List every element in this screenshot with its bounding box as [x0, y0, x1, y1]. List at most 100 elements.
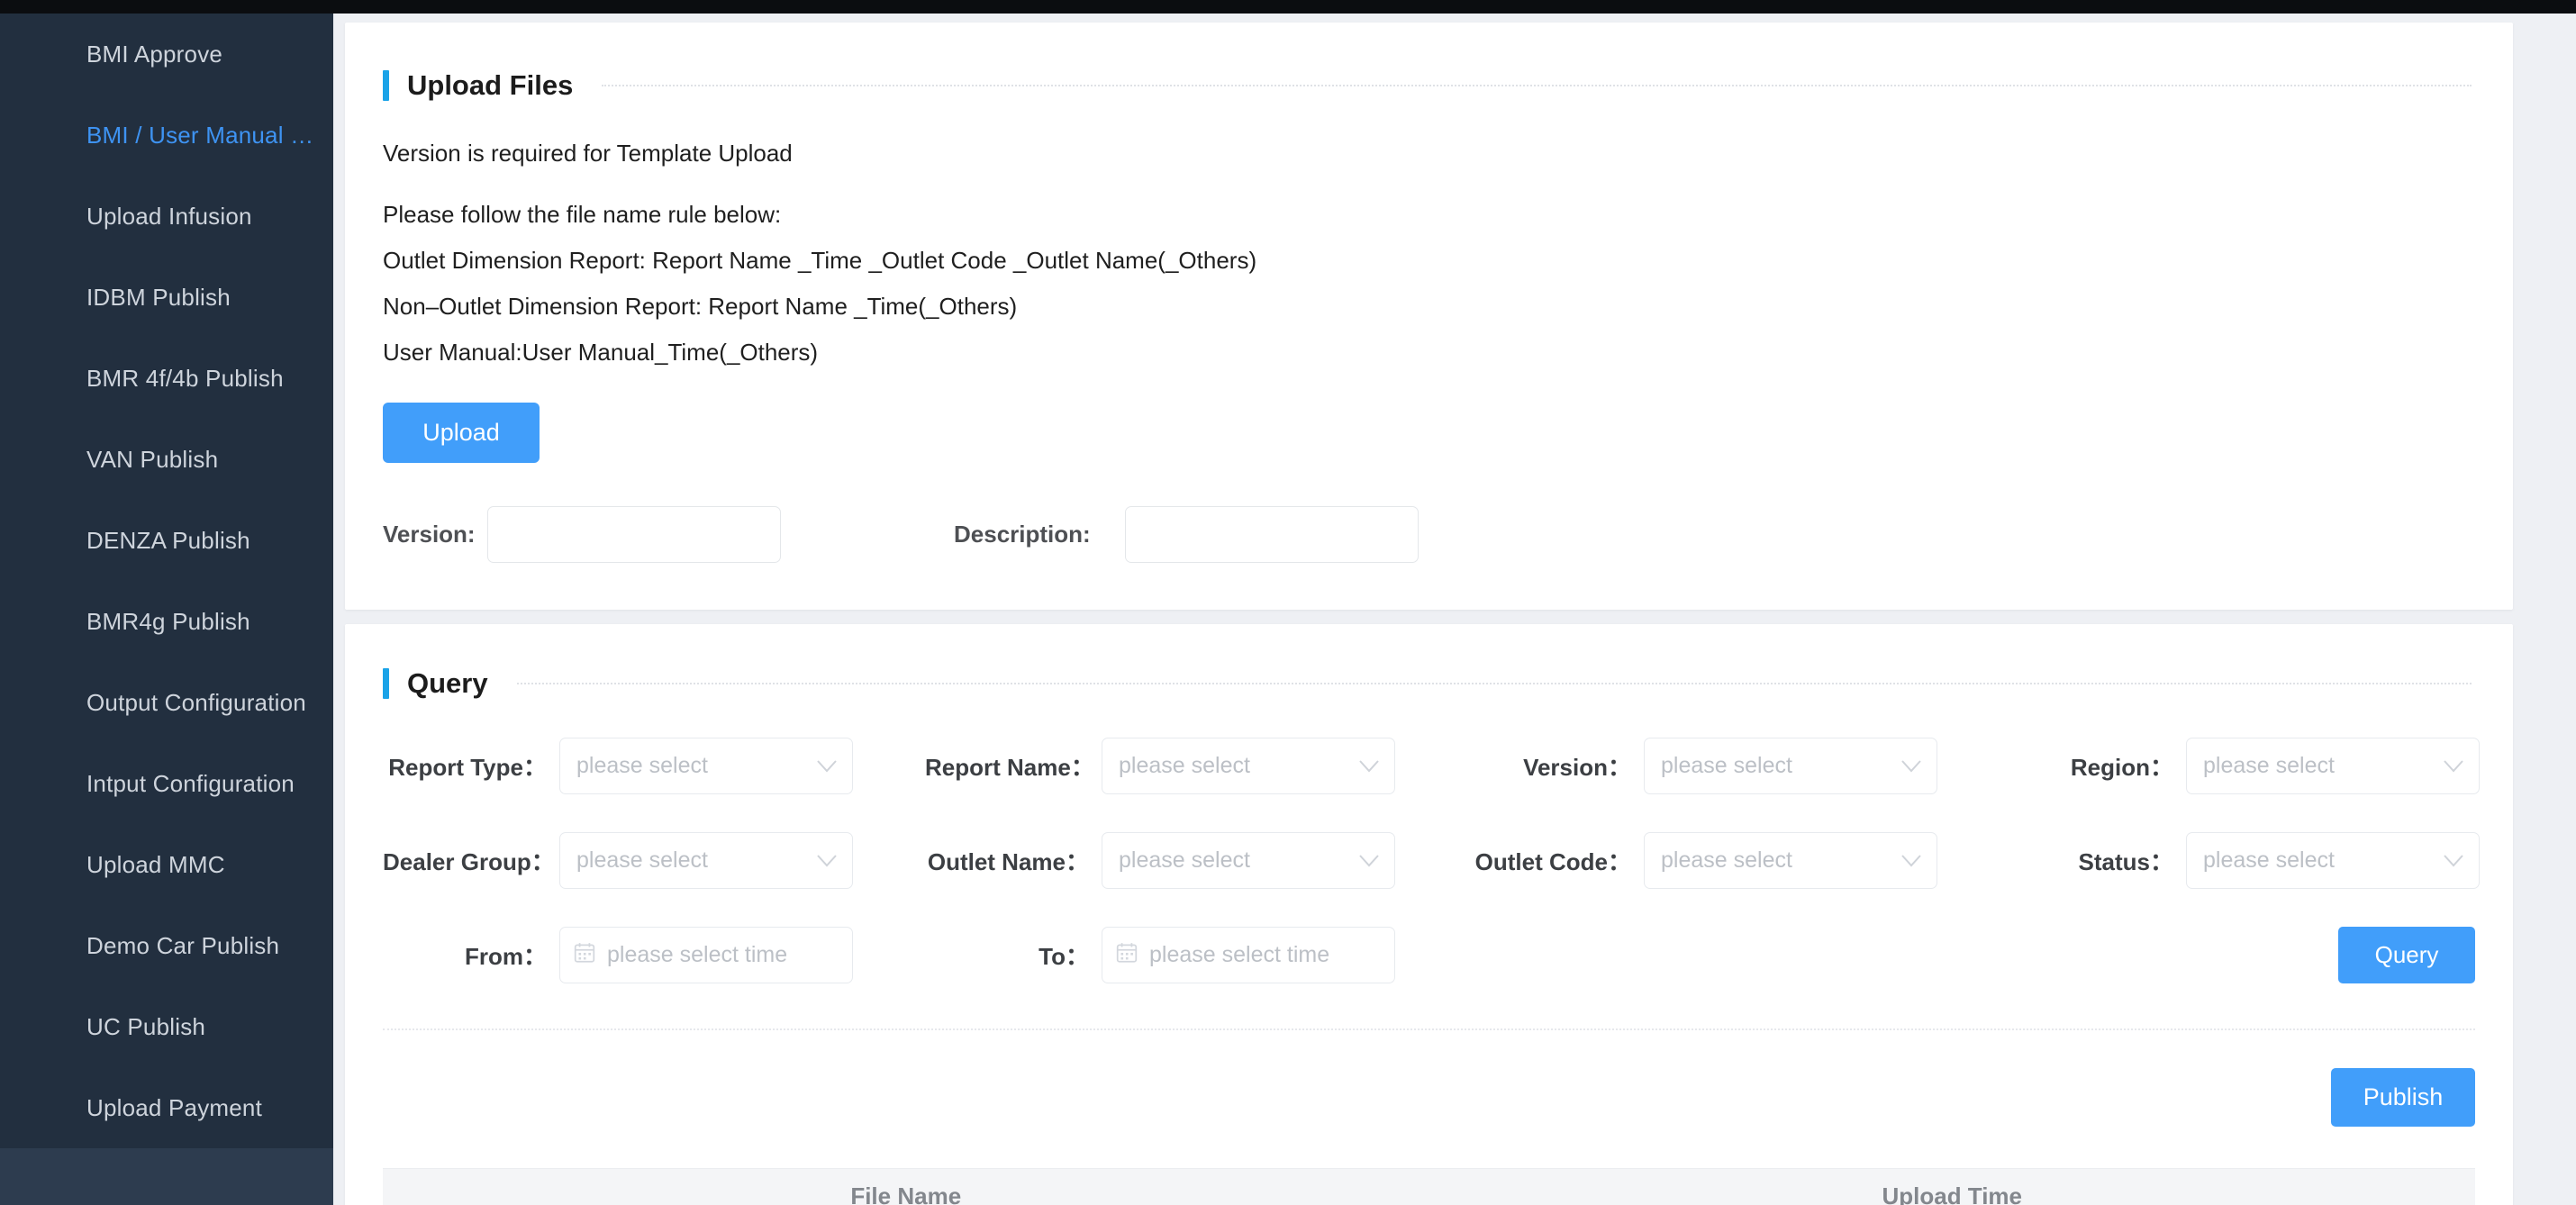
file-name-rule-non-outlet: Non–Outlet Dimension Report: Report Name…	[383, 293, 1018, 320]
header-dotted-divider	[602, 85, 2472, 86]
filter-outlet-name: Outlet Name： please select	[925, 832, 1467, 889]
sidebar-item-upload-mmc[interactable]: Upload MMC	[0, 824, 333, 905]
sidebar-item-idbm-publish[interactable]: IDBM Publish	[0, 257, 333, 338]
upload-section-title: Upload Files	[407, 69, 574, 101]
report-type-label: Report Type：	[388, 754, 547, 781]
sidebar-item-label: BMR4g Publish	[86, 607, 250, 635]
column-header-upload-time: Upload Time	[1882, 1182, 2023, 1205]
chevron-down-icon	[2444, 759, 2463, 773]
sidebar-item-intput-configuration[interactable]: Intput Configuration	[0, 743, 333, 824]
filter-version: Version： please select	[1467, 738, 2009, 794]
report-type-select[interactable]: please select	[559, 738, 853, 794]
status-select[interactable]: please select	[2186, 832, 2480, 889]
dealer-group-value: please select	[576, 847, 708, 873]
filter-dealer-group: Dealer Group： please select	[383, 832, 925, 889]
sidebar-item-uc-publish[interactable]: UC Publish	[0, 986, 333, 1067]
sidebar-item-label: Demo Car Publish	[86, 931, 280, 959]
upload-card-body: Version is required for Template Upload …	[345, 140, 2513, 563]
filter-to-date: To： please select time	[925, 927, 1467, 983]
chevron-down-icon	[817, 854, 837, 867]
chevron-down-icon	[1359, 759, 1379, 773]
from-date-value: please select time	[607, 942, 788, 967]
publish-action-bar: Publish	[345, 1030, 2513, 1127]
sidebar-item-label: Upload Infusion	[86, 202, 252, 230]
sidebar-item-label: VAN Publish	[86, 445, 219, 473]
sidebar-item-label: BMI Approve	[86, 40, 223, 68]
description-label: Description:	[954, 521, 1091, 548]
outlet-name-select[interactable]: please select	[1102, 832, 1395, 889]
report-name-value: please select	[1119, 753, 1250, 778]
sidebar-item-label: Output Configuration	[86, 688, 306, 716]
status-value: please select	[2203, 847, 2335, 873]
sidebar-item-bmr4g-publish[interactable]: BMR4g Publish	[0, 581, 333, 662]
report-type-value: please select	[576, 753, 708, 778]
upload-files-card: Upload Files Version is required for Tem…	[345, 23, 2513, 610]
sidebar-item-bmr-4f-4b-publish[interactable]: BMR 4f/4b Publish	[0, 338, 333, 419]
description-input[interactable]	[1125, 506, 1419, 563]
sidebar-navigation: BMI Approve BMI / User Manual … Upload I…	[0, 14, 333, 1205]
outlet-code-select[interactable]: please select	[1644, 832, 1937, 889]
file-name-rule-heading: Please follow the file name rule below:	[383, 201, 782, 228]
app-root: BMI Approve BMI / User Manual … Upload I…	[0, 0, 2576, 1205]
sidebar-item-bmi-user-manual[interactable]: BMI / User Manual …	[0, 95, 333, 176]
chevron-down-icon	[1901, 759, 1921, 773]
query-button[interactable]: Query	[2338, 927, 2475, 983]
outlet-name-value: please select	[1119, 847, 1250, 873]
query-filter-row-2: Dealer Group： please select Outlet Name：…	[383, 832, 2480, 889]
to-date-picker[interactable]: please select time	[1102, 927, 1395, 983]
query-card: Query Report Type： please select Report …	[345, 624, 2513, 1205]
outlet-name-label: Outlet Name：	[927, 848, 1089, 875]
sidebar-item-demo-car-publish[interactable]: Demo Car Publish	[0, 905, 333, 986]
version-select[interactable]: please select	[1644, 738, 1937, 794]
sidebar-item-upload-payment[interactable]: Upload Payment	[0, 1067, 333, 1148]
section-accent-bar	[383, 668, 389, 699]
query-section-title: Query	[407, 667, 488, 699]
sidebar-item-upload-infusion[interactable]: Upload Infusion	[0, 176, 333, 257]
section-accent-bar	[383, 70, 389, 101]
sidebar-item-label: Upload Payment	[86, 1093, 263, 1121]
version-required-hint: Version is required for Template Upload	[383, 140, 793, 167]
filter-status: Status： please select	[2009, 832, 2552, 889]
sidebar-item-label: IDBM Publish	[86, 283, 231, 311]
region-select[interactable]: please select	[2186, 738, 2480, 794]
header-dotted-divider	[516, 683, 2472, 684]
sidebar-item-label: BMR 4f/4b Publish	[86, 364, 284, 392]
filter-region: Region： please select	[2009, 738, 2552, 794]
upload-section-header: Upload Files	[345, 69, 2513, 102]
report-name-select[interactable]: please select	[1102, 738, 1395, 794]
calendar-icon	[1115, 941, 1138, 969]
chevron-down-icon	[2444, 854, 2463, 867]
region-label: Region：	[2070, 754, 2173, 781]
from-date-picker[interactable]: please select time	[559, 927, 853, 983]
dealer-group-select[interactable]: please select	[559, 832, 853, 889]
chevron-down-icon	[817, 759, 837, 773]
filter-report-name: Report Name： please select	[925, 738, 1467, 794]
sidebar-item-label: BMI / User Manual …	[86, 121, 314, 149]
sidebar-item-label: Upload MMC	[86, 850, 225, 878]
filter-report-type: Report Type： please select	[383, 738, 925, 794]
filter-from-date: From： please select time	[383, 927, 925, 983]
sidebar-item-bmi-approve[interactable]: BMI Approve	[0, 14, 333, 95]
query-section-header: Query	[345, 667, 2513, 700]
sidebar-item-van-publish[interactable]: VAN Publish	[0, 419, 333, 500]
to-date-value: please select time	[1149, 942, 1330, 967]
sidebar-item-next[interactable]	[0, 1148, 333, 1205]
file-name-rule-outlet: Outlet Dimension Report: Report Name _Ti…	[383, 247, 1257, 274]
chevron-down-icon	[1901, 854, 1921, 867]
version-input[interactable]	[487, 506, 781, 563]
sidebar-item-label: DENZA Publish	[86, 526, 250, 554]
column-header-file-name: File Name	[850, 1182, 962, 1205]
query-filter-row-1: Report Type： please select Report Name： …	[383, 738, 2480, 794]
sidebar-item-denza-publish[interactable]: DENZA Publish	[0, 500, 333, 581]
outlet-code-value: please select	[1661, 847, 1792, 873]
version-label: Version:	[383, 521, 476, 548]
publish-button[interactable]: Publish	[2331, 1068, 2475, 1127]
main-content: Upload Files Version is required for Tem…	[333, 14, 2576, 1205]
version-filter-value: please select	[1661, 753, 1792, 778]
sidebar-item-label: Intput Configuration	[86, 769, 295, 797]
version-description-row: Version: Description:	[383, 506, 2475, 563]
region-value: please select	[2203, 753, 2335, 778]
calendar-icon	[573, 941, 596, 969]
sidebar-item-output-configuration[interactable]: Output Configuration	[0, 662, 333, 743]
upload-button[interactable]: Upload	[383, 403, 540, 463]
